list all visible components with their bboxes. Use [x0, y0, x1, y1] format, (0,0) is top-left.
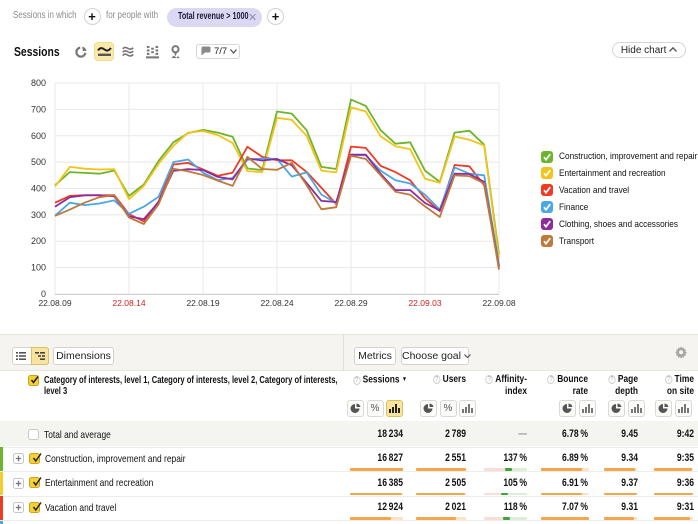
svg-text:400: 400 — [31, 184, 46, 194]
svg-text:22.08.29: 22.08.29 — [334, 298, 367, 308]
svg-text:500: 500 — [31, 157, 46, 167]
svg-text:600: 600 — [31, 131, 46, 141]
svg-text:22.08.09: 22.08.09 — [38, 298, 71, 308]
svg-text:300: 300 — [31, 210, 46, 220]
svg-text:100: 100 — [31, 263, 46, 273]
svg-text:700: 700 — [31, 104, 46, 114]
svg-text:200: 200 — [31, 236, 46, 246]
svg-text:22.08.19: 22.08.19 — [186, 298, 219, 308]
svg-text:22.09.08: 22.09.08 — [482, 298, 515, 308]
svg-text:800: 800 — [31, 78, 46, 88]
svg-text:22.09.03: 22.09.03 — [408, 298, 441, 308]
svg-text:22.08.24: 22.08.24 — [260, 298, 293, 308]
svg-text:22.08.14: 22.08.14 — [112, 298, 145, 308]
